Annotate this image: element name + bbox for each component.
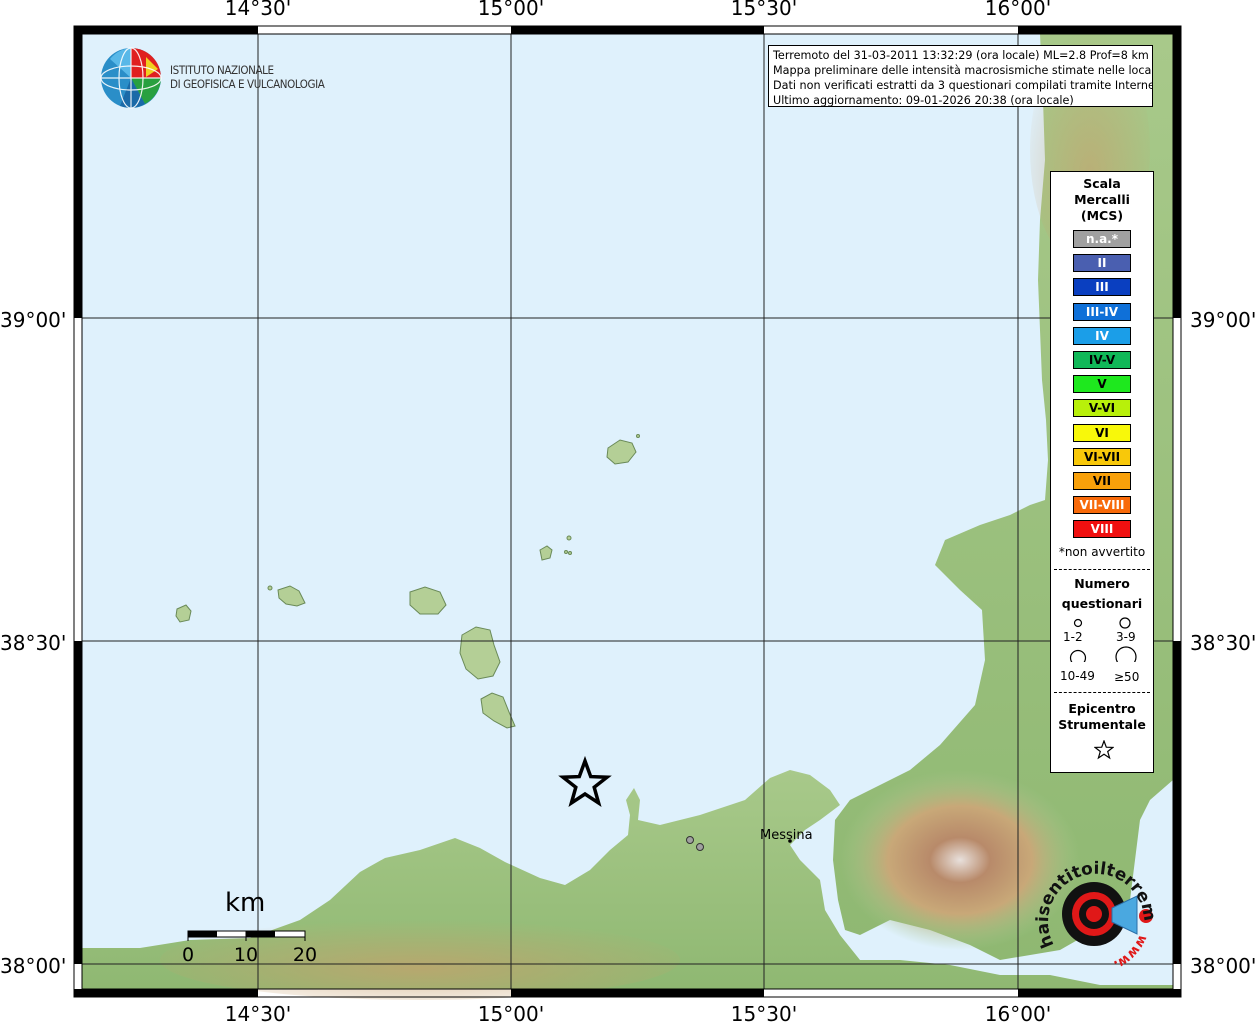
- star-icon: [1094, 740, 1114, 760]
- lon-tick-label: 16°00': [984, 0, 1052, 20]
- lon-tick-label: 15°00': [477, 0, 545, 20]
- event-info-box: Terremoto del 31-03-2011 13:32:29 (ora l…: [768, 45, 1153, 107]
- size-label: 1-2: [1063, 630, 1083, 644]
- mcs-swatch: VI: [1073, 423, 1131, 442]
- event-info-line: Mappa preliminare delle intensità macros…: [773, 64, 1153, 77]
- scale-unit: km: [225, 888, 266, 918]
- lat-tick-label: 38°00': [0, 954, 67, 978]
- mcs-swatch: V: [1073, 375, 1131, 394]
- mcs-swatch: IV: [1073, 326, 1131, 345]
- brand-prefix: www.: [1111, 932, 1150, 972]
- lat-tick-label: 39°00': [1190, 308, 1255, 332]
- logo-line: ISTITUTO NAZIONALE: [170, 63, 274, 77]
- lon-tick-label: 15°00': [477, 1002, 545, 1026]
- divider: [1054, 569, 1150, 570]
- lat-tick-label: 38°30': [1190, 631, 1255, 655]
- lon-tick-label: 16°00': [984, 1002, 1052, 1026]
- divider: [1054, 692, 1150, 693]
- svg-text:www.: www.: [1111, 932, 1150, 972]
- lon-tick-label: 14°30': [224, 1002, 292, 1026]
- mcs-swatch: VIII: [1073, 520, 1131, 539]
- mcs-swatch: III-IV: [1073, 302, 1131, 321]
- event-info-line: Dati non verificati estratti da 3 questi…: [773, 79, 1153, 92]
- felt-location-marker[interactable]: [686, 836, 694, 844]
- lon-tick-label: 15°30': [730, 0, 798, 20]
- legend-title: (MCS): [1080, 208, 1124, 223]
- mcs-swatch: V-VI: [1073, 399, 1131, 418]
- scale-label: 0: [181, 944, 195, 966]
- scale-label: 10: [233, 944, 259, 966]
- not-felt-note: *non avvertito: [1058, 545, 1146, 559]
- size-label: 3-9: [1116, 630, 1136, 644]
- logo-line: DI GEOFISICA E VULCANOLOGIA: [170, 77, 325, 91]
- size-label: 10-49: [1060, 669, 1095, 683]
- intensity-legend: Scala Mercalli (MCS) n.a.* II III III-IV IV I…: [1050, 171, 1154, 773]
- target-icon: haisentitoilterremoto.it www.: [1026, 835, 1159, 972]
- mcs-swatch: VII-VIII: [1073, 496, 1131, 515]
- lon-tick-label: 14°30': [224, 0, 292, 20]
- mcs-swatch: III: [1073, 278, 1131, 297]
- epicenter-title: Epicentro: [1068, 701, 1136, 716]
- questionnaire-title: Numero: [1074, 576, 1130, 591]
- questionnaire-title: questionari: [1061, 596, 1143, 611]
- lon-tick-label: 15°30': [730, 1002, 798, 1026]
- event-info-line: Ultimo aggiornamento: 09-01-2026 20:38 (…: [773, 94, 1074, 107]
- globe-icon: [100, 47, 162, 109]
- legend-title: Scala: [1083, 176, 1121, 191]
- lat-tick-label: 39°00': [0, 308, 67, 332]
- lat-tick-label: 38°30': [0, 631, 67, 655]
- city-label: Messina: [760, 828, 813, 843]
- mcs-swatch: VII: [1073, 472, 1131, 490]
- mcs-swatch: n.a.*: [1073, 230, 1131, 248]
- mcs-swatch: IV-V: [1073, 351, 1131, 369]
- mcs-swatch: II: [1073, 254, 1131, 273]
- size-label: ≥50: [1114, 670, 1140, 684]
- epicenter-title: Strumentale: [1058, 717, 1146, 732]
- legend-title: Mercalli: [1074, 192, 1130, 207]
- brand-badge[interactable]: haisentitoilterremoto.it www.: [1026, 835, 1162, 980]
- mcs-swatch: VI-VII: [1073, 447, 1131, 466]
- lat-tick-label: 38°00': [1190, 954, 1255, 978]
- scale-label: 20: [292, 944, 318, 966]
- felt-location-marker[interactable]: [696, 843, 704, 851]
- event-info-line: Terremoto del 31-03-2011 13:32:29 (ora l…: [773, 49, 1149, 62]
